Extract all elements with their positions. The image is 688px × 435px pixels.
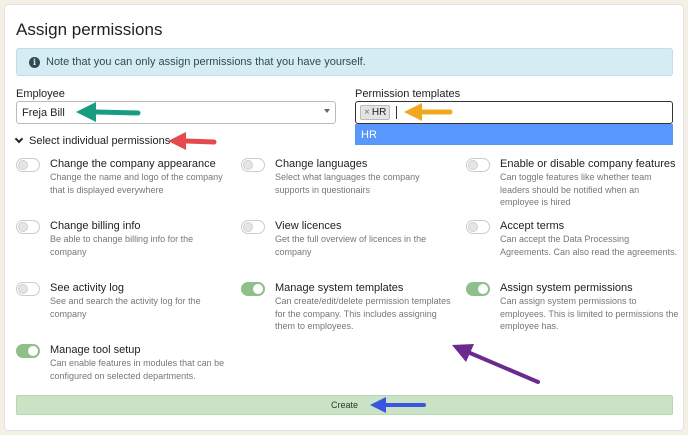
permission-title: See activity log — [50, 282, 124, 294]
permission-toggle[interactable] — [466, 220, 490, 234]
permission-title: Manage system templates — [275, 282, 404, 294]
section-toggle-label: Select individual permissions — [29, 135, 171, 147]
permission-templates-label: Permission templates — [355, 88, 461, 100]
remove-tag-icon[interactable]: × — [364, 107, 370, 118]
page-title: Assign permissions — [16, 20, 163, 39]
employee-select-value: Freja Bill — [22, 106, 65, 119]
text-cursor — [396, 106, 398, 119]
permission-title: Change languages — [275, 158, 368, 170]
toggle-knob — [18, 160, 28, 170]
permission-description: Select what languages the company suppor… — [275, 172, 420, 195]
permission-description: Can assign system permissions to employe… — [500, 296, 679, 331]
permission-description: Can enable features in modules that can … — [50, 358, 225, 381]
permission-description: Change the name and logo of the company … — [50, 172, 223, 195]
toggle-knob — [28, 346, 38, 356]
template-tag: × HR — [360, 105, 391, 120]
info-note: i Note that you can only assign permissi… — [16, 48, 673, 76]
permission-title: View licences — [275, 220, 342, 232]
permission-toggle[interactable] — [241, 282, 265, 296]
permission-toggle[interactable] — [466, 158, 490, 172]
info-icon: i — [29, 56, 40, 68]
permission-title: Accept terms — [500, 220, 565, 232]
employee-select[interactable]: Freja Bill — [16, 101, 336, 124]
permission-description: Can toggle features like whether team le… — [500, 172, 652, 207]
permission-title: Manage tool setup — [50, 344, 141, 356]
permission-toggle[interactable] — [16, 344, 40, 358]
permission-description: Be able to change billing info for the c… — [50, 234, 194, 257]
permission-description: Can accept the Data Processing Agreement… — [500, 234, 678, 257]
toggle-knob — [243, 222, 253, 232]
template-tag-label: HR — [371, 107, 387, 118]
permission-toggle[interactable] — [16, 158, 40, 172]
chevron-down-icon — [324, 109, 330, 113]
permission-title: Change billing info — [50, 220, 141, 232]
toggle-knob — [18, 222, 28, 232]
toggle-knob — [468, 160, 478, 170]
permission-description: See and search the activity log for the … — [50, 296, 201, 319]
create-button[interactable]: Create — [16, 395, 673, 415]
permission-title: Assign system permissions — [500, 282, 633, 294]
permission-description: Get the full overview of licences in the… — [275, 234, 427, 257]
permission-title: Change the company appearance — [50, 158, 216, 170]
permission-toggle[interactable] — [241, 220, 265, 234]
permission-description: Can create/edit/delete permission templa… — [275, 296, 451, 331]
permission-title: Enable or disable company features — [500, 158, 676, 170]
toggle-knob — [253, 284, 263, 294]
employee-label: Employee — [16, 88, 65, 100]
toggle-knob — [468, 222, 478, 232]
toggle-knob — [243, 160, 253, 170]
permission-toggle[interactable] — [466, 282, 490, 296]
chevron-down-icon — [14, 134, 24, 144]
toggle-knob — [18, 284, 28, 294]
select-individual-permissions-toggle[interactable]: Select individual permissions — [14, 134, 171, 147]
permission-toggle[interactable] — [16, 282, 40, 296]
toggle-knob — [478, 284, 488, 294]
info-note-text: Note that you can only assign permission… — [46, 56, 366, 68]
permission-templates-input[interactable]: × HR — [355, 101, 673, 124]
permission-toggle[interactable] — [241, 158, 265, 172]
permission-toggle[interactable] — [16, 220, 40, 234]
template-option-hr[interactable]: HR — [355, 124, 673, 145]
